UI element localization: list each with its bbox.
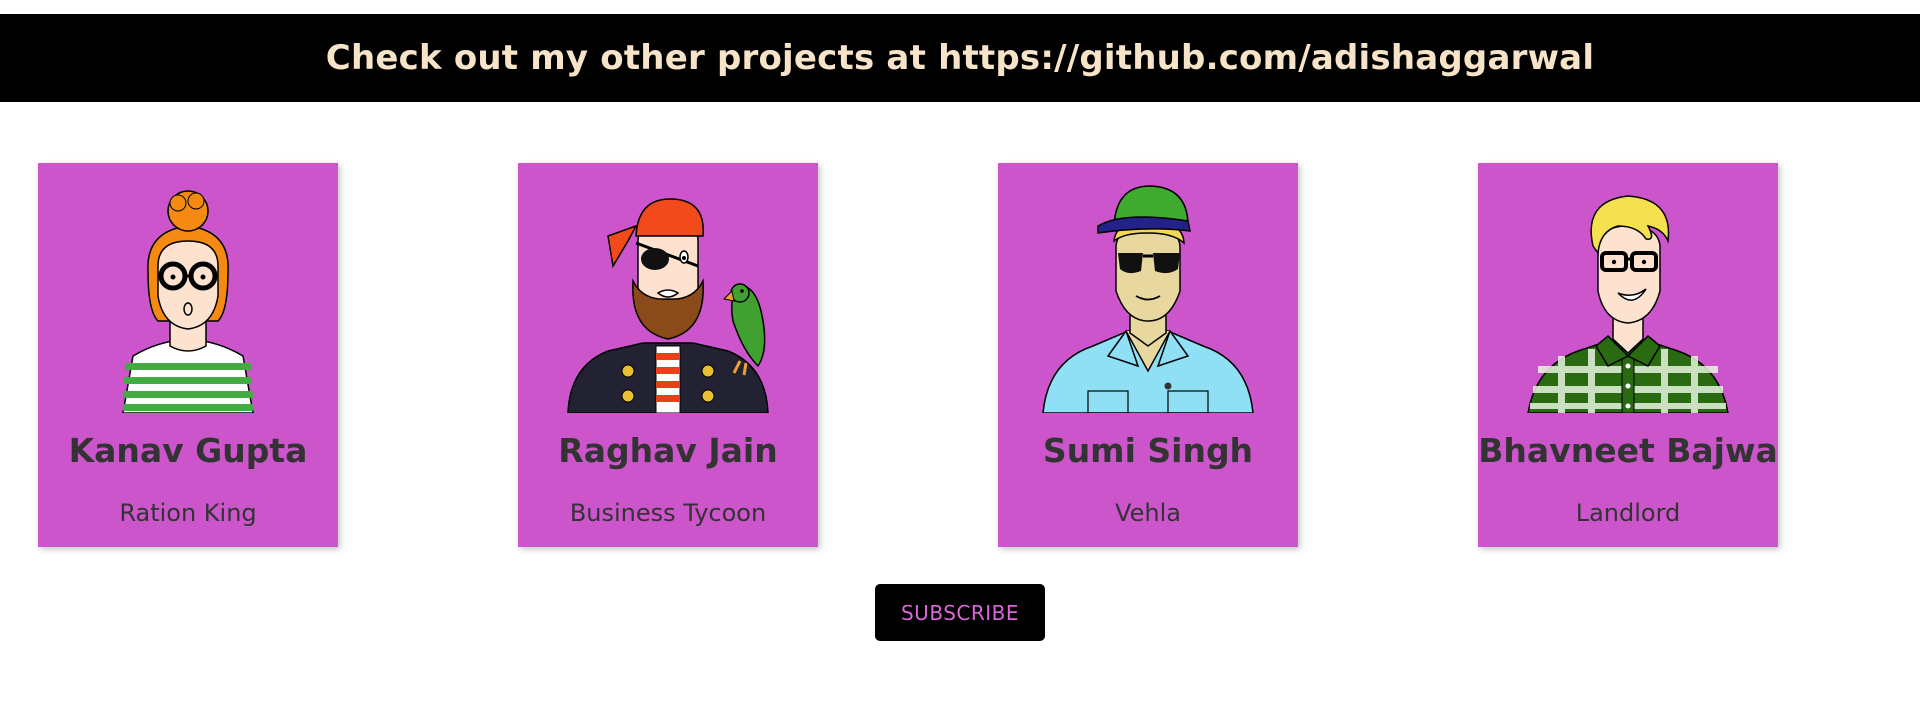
card-role: Vehla xyxy=(1115,499,1181,527)
subscribe-button[interactable]: SUBSCRIBE xyxy=(875,584,1045,641)
card-name: Kanav Gupta xyxy=(68,431,308,470)
card-name: Sumi Singh xyxy=(1042,431,1254,470)
card-name: Raghav Jain xyxy=(558,431,778,470)
orange-bun-hair-glasses-striped-shirt-avatar xyxy=(78,181,298,413)
pirate-eyepatch-parrot-avatar xyxy=(558,181,778,413)
banner-text: Check out my other projects at https://g… xyxy=(325,38,1595,78)
green-cap-sunglasses-avatar xyxy=(1038,181,1258,413)
card-role: Business Tycoon xyxy=(569,499,767,527)
projects-banner: Check out my other projects at https://g… xyxy=(0,14,1920,102)
card-role: Landlord xyxy=(1575,499,1681,527)
profile-card-kanav: Kanav Gupta Ration King xyxy=(38,163,338,547)
card-name: Bhavneet Bajwa xyxy=(1478,431,1778,470)
profile-card-bhavneet: Bhavneet Bajwa Landlord xyxy=(1478,163,1778,547)
profile-card-raghav: Raghav Jain Business Tycoon xyxy=(518,163,818,547)
profile-card-sumi: Sumi Singh Vehla xyxy=(998,163,1298,547)
profile-cards: Kanav Gupta Ration King Raghav Jain Busi… xyxy=(38,163,1838,547)
card-role: Ration King xyxy=(119,499,257,527)
blonde-glasses-checkered-shirt-avatar xyxy=(1518,181,1738,413)
